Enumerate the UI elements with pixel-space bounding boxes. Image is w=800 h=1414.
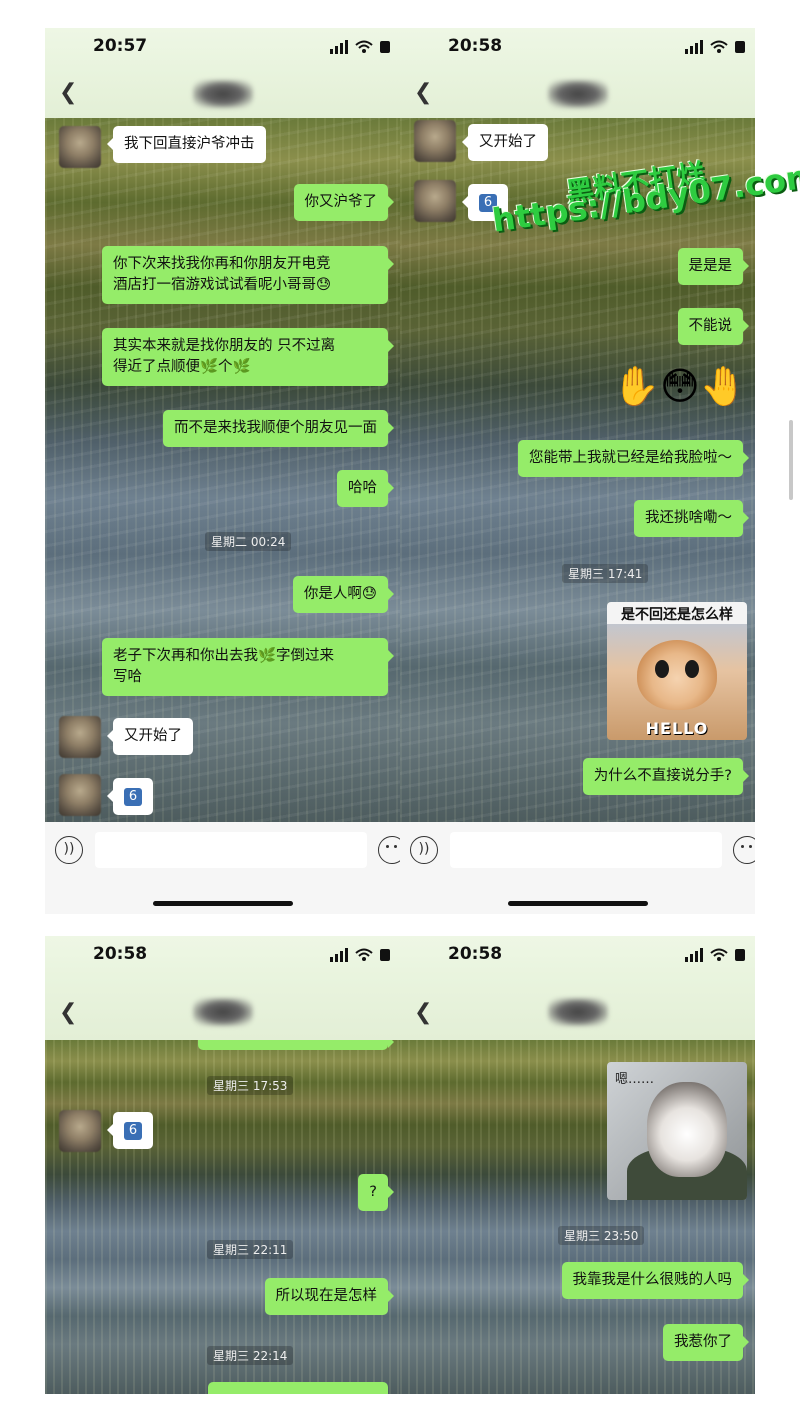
- cat-face-image: [647, 1082, 727, 1177]
- input-bar: )): [400, 822, 755, 914]
- contact-name-blurred: [547, 998, 608, 1026]
- nav-bar: ❮: [400, 68, 755, 118]
- status-time: 20:58: [93, 944, 148, 964]
- message-bubble-in[interactable]: 又开始了: [462, 124, 548, 161]
- chat-screenshot-1: 20:57 ❮ 我下回直接沪爷冲击 你又沪爷了 你下次来找我你再和你朋友开电竞 …: [45, 28, 400, 914]
- emoji-icon[interactable]: [733, 836, 755, 864]
- timestamp: 星期三 22:11: [207, 1240, 294, 1259]
- message-bubble-out[interactable]: 你又沪爷了: [293, 184, 394, 221]
- nav-bar: ❮: [45, 68, 400, 118]
- avatar[interactable]: [59, 716, 101, 758]
- message-bubble-out[interactable]: 不能说: [677, 308, 749, 345]
- status-bar: 20:58: [45, 936, 400, 976]
- avatar[interactable]: [59, 774, 101, 816]
- voice-icon[interactable]: )): [410, 836, 438, 864]
- message-bubble-in[interactable]: 6: [107, 1112, 153, 1149]
- chat-area[interactable]: 我下回直接沪爷冲击 你又沪爷了 你下次来找我你再和你朋友开电竞 酒店打一宿游戏试…: [45, 118, 400, 822]
- timestamp: 星期二 00:24: [205, 532, 292, 551]
- chat-area[interactable]: 星期三 17:53 6 ? 星期三 22:11 所以现在是怎样 星期三 22:1…: [45, 1040, 400, 1394]
- message-bubble-out-partial: [208, 1382, 388, 1394]
- signal-wifi-battery-icons: [685, 40, 745, 54]
- cat-sticker[interactable]: 是不回还是怎么样 HELLO: [607, 602, 747, 740]
- sticker-text: HELLO: [645, 719, 709, 738]
- input-bar: )): [45, 822, 400, 914]
- message-bubble-out[interactable]: 是是是: [677, 248, 749, 285]
- avatar[interactable]: [59, 126, 101, 168]
- message-input[interactable]: [450, 832, 722, 868]
- status-time: 20:58: [448, 36, 503, 56]
- message-bubble-out-partial: [198, 1040, 394, 1050]
- emoji-sticker-row[interactable]: ✋😳🤚: [613, 366, 747, 406]
- chat-screenshot-4: 20:58 ❮ 嗯…… 星期三 23:50 我靠我是什么很贱的人吗 我惹你了: [400, 936, 755, 1394]
- status-time: 20:57: [93, 36, 148, 56]
- avatar[interactable]: [414, 180, 456, 222]
- chat-area[interactable]: 嗯…… 星期三 23:50 我靠我是什么很贱的人吗 我惹你了: [400, 1040, 755, 1394]
- number-six-emoji: 6: [124, 788, 142, 806]
- message-bubble-out[interactable]: 哈哈: [337, 470, 394, 507]
- message-bubble-out[interactable]: 所以现在是怎样: [264, 1278, 394, 1315]
- message-input[interactable]: [95, 832, 367, 868]
- avatar[interactable]: [59, 1110, 101, 1152]
- voice-icon[interactable]: )): [55, 836, 83, 864]
- status-time: 20:58: [448, 944, 503, 964]
- avatar[interactable]: [414, 120, 456, 162]
- status-bar: 20:58: [400, 936, 755, 976]
- home-indicator: [507, 901, 648, 906]
- home-indicator: [152, 901, 293, 906]
- chevron-left-icon[interactable]: ❮: [59, 80, 77, 105]
- contact-name-blurred: [192, 998, 253, 1026]
- message-bubble-out[interactable]: 您能带上我就已经是给我脸啦～: [518, 440, 749, 477]
- chevron-left-icon[interactable]: ❮: [414, 1000, 432, 1025]
- message-bubble-in[interactable]: 我下回直接沪爷冲击: [107, 126, 266, 163]
- nav-bar: ❮: [400, 976, 755, 1040]
- message-bubble-out[interactable]: 我靠我是什么很贱的人吗: [561, 1262, 749, 1299]
- message-bubble-out[interactable]: 我惹你了: [663, 1324, 749, 1361]
- signal-wifi-battery-icons: [685, 948, 745, 962]
- message-bubble-out[interactable]: 你下次来找我你再和你朋友开电竞 酒店打一宿游戏试试看呢小哥哥😓: [102, 246, 394, 304]
- timestamp: 星期三 17:41: [562, 564, 649, 583]
- message-bubble-out[interactable]: ?: [358, 1174, 394, 1211]
- emoji-icon[interactable]: [378, 836, 400, 864]
- nav-bar: ❮: [45, 976, 400, 1040]
- contact-name-blurred: [192, 80, 253, 108]
- timestamp: 星期三 23:50: [558, 1226, 645, 1245]
- sticker-caption: 嗯……: [615, 1072, 655, 1087]
- message-bubble-out[interactable]: 其实本来就是找你朋友的 只不过离 得近了点顺便🌿个🌿: [102, 328, 394, 386]
- contact-name-blurred: [547, 80, 608, 108]
- cat-sticker[interactable]: 嗯……: [607, 1062, 747, 1200]
- chat-screenshot-3: 20:58 ❮ 星期三 17:53 6 ? 星期三 22:11 所以现在是怎样 …: [45, 936, 400, 1394]
- signal-wifi-battery-icons: [330, 948, 390, 962]
- page-scrollbar[interactable]: [789, 420, 793, 500]
- message-bubble-out[interactable]: 为什么不直接说分手?: [582, 758, 750, 795]
- chevron-left-icon[interactable]: ❮: [414, 80, 432, 105]
- timestamp: 星期三 17:53: [207, 1076, 294, 1095]
- cat-face-image: [637, 640, 717, 710]
- message-bubble-out[interactable]: 你是人啊😓: [292, 576, 395, 613]
- status-bar: 20:57: [45, 28, 400, 68]
- message-bubble-in[interactable]: 又开始了: [107, 718, 193, 755]
- sticker-caption: 是不回还是怎么样: [621, 607, 733, 623]
- timestamp: 星期三 22:14: [207, 1346, 294, 1365]
- status-bar: 20:58: [400, 28, 755, 68]
- signal-wifi-battery-icons: [330, 40, 390, 54]
- message-bubble-out[interactable]: 而不是来找我顺便个朋友见一面: [163, 410, 394, 447]
- number-six-emoji: 6: [124, 1122, 142, 1140]
- message-bubble-out[interactable]: 我还挑啥嘞～: [634, 500, 749, 537]
- chevron-left-icon[interactable]: ❮: [59, 1000, 77, 1025]
- message-bubble-out[interactable]: 老子下次再和你出去我🌿字倒过来 写哈: [102, 638, 394, 696]
- message-bubble-in[interactable]: 6: [107, 778, 153, 815]
